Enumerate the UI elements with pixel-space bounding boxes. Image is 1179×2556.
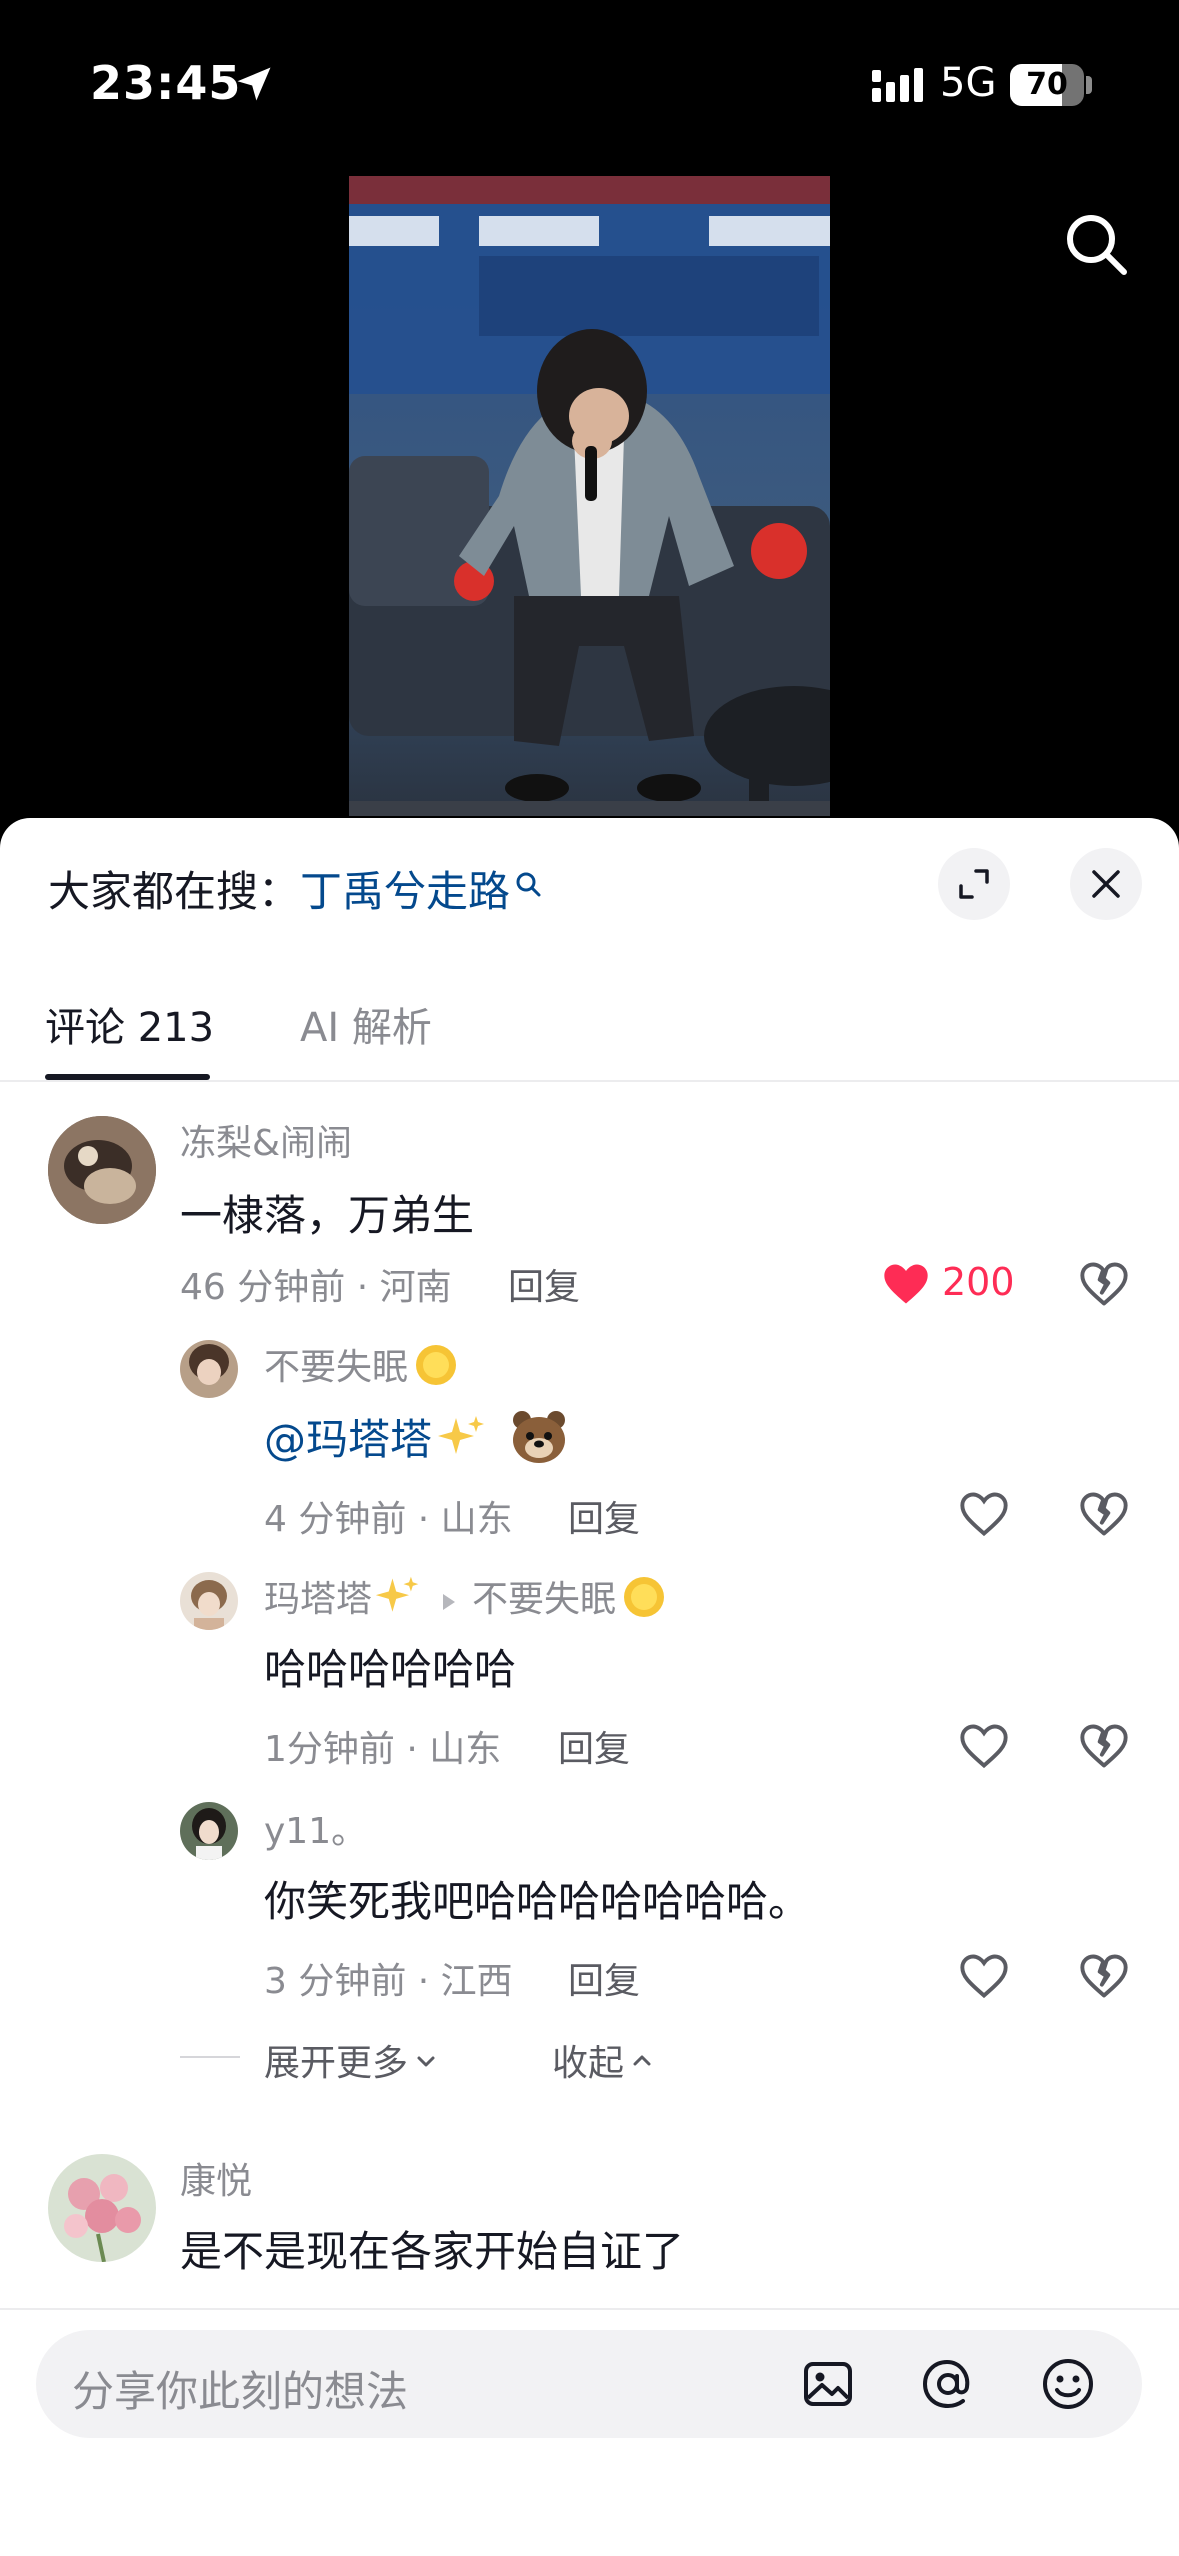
sun-emoji-icon [416,1345,457,1385]
collapse-button[interactable]: 收起 [552,2034,654,2086]
reply-meta: 1分钟前 · 山东 [264,1729,502,1770]
broken-heart-icon[interactable] [1078,1720,1130,1772]
close-icon [1092,870,1120,898]
tab-underline [45,1074,210,1080]
comment-username[interactable]: 冻梨&闹闹 [180,1114,352,1166]
broken-heart-icon[interactable] [1078,1950,1130,2002]
reply-meta: 4 分钟前 · 山东 [264,1499,513,1540]
comment-meta: 46 分钟前 · 河南 [180,1267,452,1308]
reply-text: @玛塔塔 [264,1406,570,1468]
comment-input-placeholder: 分享你此刻的想法 [72,2367,409,2416]
reply-username-text: 不要失眠 [264,1347,409,1388]
reply-button[interactable]: 回复 [558,1720,630,1772]
comment-text: 一棣落，万弟生 [180,1191,475,1240]
search-suggestion-keyword[interactable]: 丁禹兮走路 [300,867,510,916]
battery-level: 70 [1026,67,1068,102]
status-bar: 23:45 5G 70 [0,0,1179,170]
tab-comments[interactable]: 评论 213 [45,988,214,1068]
avatar[interactable] [48,1116,156,1224]
reply-arrow-icon [443,1594,456,1610]
at-icon[interactable] [918,2354,978,2414]
avatar-image [48,2154,156,2262]
heart-icon[interactable] [958,1720,1010,1772]
chevron-up-icon [633,2055,651,2066]
mention-link[interactable]: @玛塔塔 [264,1415,432,1464]
signal-icon [872,68,923,102]
reply-target-username[interactable]: 不要失眠 [472,1579,616,1620]
reply-meta: 3 分钟前 · 江西 [264,1961,513,2002]
location-arrow-icon [237,67,271,101]
comment-sheet: 大家都在搜：丁禹兮走路 评论 213 AI 解析 冻梨&闹闹 一棣落，万弟生 4… [0,818,1179,2556]
image-icon[interactable] [798,2354,858,2414]
search-icon[interactable] [1060,208,1132,280]
avatar[interactable] [180,1572,238,1630]
search-suggestion[interactable]: 大家都在搜：丁禹兮走路 [48,858,542,919]
avatar[interactable] [180,1340,238,1398]
comment-input-bar: 分享你此刻的想法 [0,2308,1179,2556]
heart-icon[interactable] [958,1950,1010,2002]
close-button[interactable] [1070,848,1142,920]
avatar-image [180,1572,238,1630]
network-type: 5G [940,60,997,106]
sparkles-emoji-icon [375,1576,419,1612]
reply-button[interactable]: 回复 [568,1490,640,1542]
video-player[interactable] [349,176,830,816]
reply-text: 哈哈哈哈哈哈 [264,1645,517,1694]
fullscreen-button[interactable] [938,848,1010,920]
reply-username-text: 玛塔塔 [264,1579,373,1620]
video-frame [349,176,830,816]
avatar-image [180,1340,238,1398]
comment-tabs: 评论 213 AI 解析 [0,988,1179,1082]
reply-button[interactable]: 回复 [568,1952,640,2004]
expand-more-button[interactable]: 展开更多 [264,2034,438,2086]
keyword-search-icon [516,872,541,897]
avatar-image [48,1116,156,1224]
comment-input[interactable]: 分享你此刻的想法 [36,2330,1142,2438]
collapse-label: 收起 [552,2043,625,2084]
search-suggestion-prefix: 大家都在搜： [48,867,301,916]
heart-icon[interactable] [880,1258,932,1310]
bear-sticker-icon [513,1411,566,1463]
broken-heart-icon[interactable] [1078,1488,1130,1540]
like-count: 200 [942,1260,1015,1304]
comment-text: 是不是现在各家开始自证了 [180,2227,685,2276]
emoji-icon[interactable] [1038,2354,1098,2414]
battery-indicator: 70 [1010,64,1084,106]
reply-text: 你笑死我吧哈哈哈哈哈哈哈。 [264,1877,811,1926]
heart-icon[interactable] [958,1488,1010,1540]
battery-tip [1086,76,1092,94]
sparkles-emoji-icon [438,1416,485,1454]
reply-button[interactable]: 回复 [508,1258,580,1310]
status-time: 23:45 [90,56,242,110]
reply-username[interactable]: 玛塔塔 不要失眠 [264,1570,668,1622]
sun-emoji-icon [624,1577,665,1617]
avatar[interactable] [48,2154,156,2262]
reply-username[interactable]: 不要失眠 [264,1338,460,1390]
chevron-down-icon [417,2056,435,2067]
tab-ai-analysis[interactable]: AI 解析 [300,988,432,1068]
thread-divider [180,2056,240,2058]
comment-username[interactable]: 康悦 [180,2152,252,2204]
broken-heart-icon[interactable] [1078,1258,1130,1310]
reply-username[interactable]: y11。 [264,1802,367,1854]
avatar-image [180,1802,238,1860]
fullscreen-icon [959,869,989,899]
expand-more-label: 展开更多 [264,2043,409,2084]
avatar[interactable] [180,1802,238,1860]
